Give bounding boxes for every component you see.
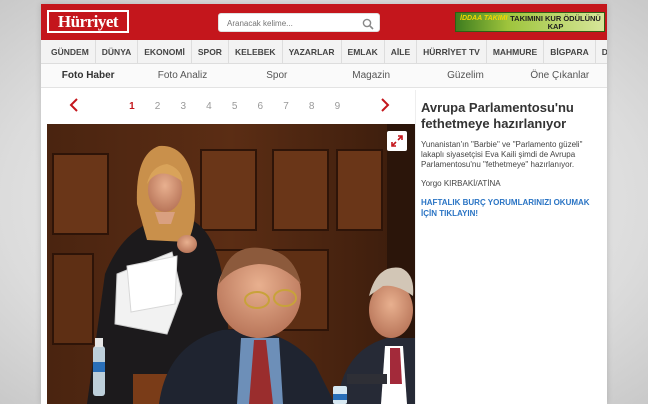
page-number[interactable]: 6	[247, 101, 273, 112]
prev-arrow-icon[interactable]	[69, 98, 79, 117]
horoscope-promo-link[interactable]: HAFTALIK BURÇ YORUMLARINIZI OKUMAK İÇİN …	[421, 197, 603, 219]
tab-güzelim[interactable]: Güzelim	[418, 64, 512, 88]
nav-item-ai̇le[interactable]: AİLE	[385, 39, 418, 64]
nav-item-yazarlar[interactable]: YAZARLAR	[283, 39, 342, 64]
gallery-subnav: Foto Haber Foto Analiz Spor Magazin Güzelim Ö…	[41, 64, 607, 88]
expand-icon[interactable]	[387, 131, 407, 151]
nav-item-hürri̇yet-tv[interactable]: HÜRRİYET TV	[417, 39, 487, 64]
main-nav: GÜNDEM DÜNYA EKONOMİ SPOR KELEBEK YAZARLAR EML…	[41, 39, 607, 64]
article-headline[interactable]: Avrupa Parlamentosu'nu fethetmeye hazırl…	[421, 100, 603, 132]
nav-item-emlak[interactable]: EMLAK	[342, 39, 385, 64]
page-number[interactable]: 2	[145, 101, 171, 112]
page-number[interactable]: 8	[299, 101, 325, 112]
ad-text: TAKIMINI KUR ÖDÜLÜNÜ KAP	[510, 14, 601, 31]
ad-brand: İDDAA TAKIMI	[460, 15, 508, 22]
gallery-pager: 123456789	[41, 90, 413, 124]
page-number[interactable]: 9	[325, 101, 351, 112]
nav-item-bi̇gpara[interactable]: BİGPARA	[544, 39, 596, 64]
page-number[interactable]: 1	[119, 101, 145, 112]
page-numbers: 123456789	[119, 101, 350, 112]
tab-magazin[interactable]: Magazin	[324, 64, 418, 88]
search-icon[interactable]	[362, 17, 374, 35]
site-header: Hürriyet İDDAA TAKIMI TAKIMINI KUR ÖDÜLÜ…	[41, 4, 607, 40]
tab-öne-çıkanlar[interactable]: Öne Çıkanlar	[513, 64, 607, 88]
nav-item-kelebek[interactable]: KELEBEK	[229, 39, 283, 64]
next-arrow-icon[interactable]	[380, 98, 390, 117]
nav-item-dünya[interactable]: DÜNYA	[96, 39, 139, 64]
page-number[interactable]: 5	[222, 101, 248, 112]
page-frame: Hürriyet İDDAA TAKIMI TAKIMINI KUR ÖDÜLÜ…	[41, 4, 607, 404]
article-summary: Yunanistan'ın "Barbie" ve "Parlamento gü…	[421, 140, 583, 169]
column-divider	[415, 90, 416, 404]
nav-item-gündem[interactable]: GÜNDEM	[45, 39, 96, 64]
photo-image	[47, 124, 415, 404]
tab-spor[interactable]: Spor	[230, 64, 324, 88]
search-input[interactable]	[227, 17, 357, 29]
page-number[interactable]: 4	[196, 101, 222, 112]
nav-item-di̇ğer[interactable]: DİĞER	[596, 40, 607, 64]
ad-banner[interactable]: İDDAA TAKIMI TAKIMINI KUR ÖDÜLÜNÜ KAP	[455, 12, 605, 32]
search-box[interactable]	[218, 13, 380, 32]
nav-item-ekonomi̇[interactable]: EKONOMİ	[138, 39, 192, 64]
gallery-photo[interactable]	[47, 124, 415, 404]
nav-item-spor[interactable]: SPOR	[192, 39, 229, 64]
tab-foto-haber[interactable]: Foto Haber	[41, 64, 135, 88]
page-number[interactable]: 3	[170, 101, 196, 112]
article-author: Yorgo KIRBAKİ/ATİNA	[421, 179, 501, 188]
article-panel: Avrupa Parlamentosu'nu fethetmeye hazırl…	[421, 100, 603, 219]
nav-item-mahmure[interactable]: MAHMURE	[487, 39, 545, 64]
tab-foto-analiz[interactable]: Foto Analiz	[135, 64, 229, 88]
page-number[interactable]: 7	[273, 101, 299, 112]
site-logo[interactable]: Hürriyet	[47, 10, 129, 33]
